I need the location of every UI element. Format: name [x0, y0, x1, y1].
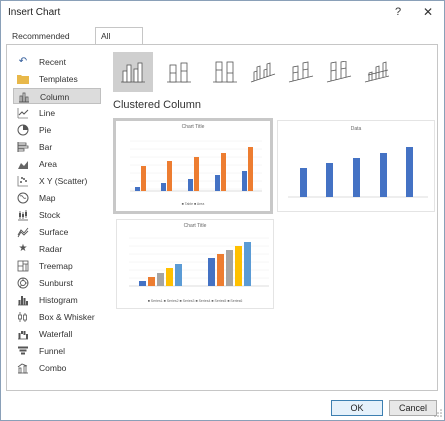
- sidebar-item-label: Templates: [39, 74, 78, 84]
- sidebar-item-bar[interactable]: Bar: [13, 139, 101, 155]
- sidebar-item-label: Waterfall: [39, 329, 73, 339]
- bar-chart-icon: [17, 141, 29, 153]
- sidebar-item-label: Histogram: [39, 295, 78, 305]
- subtype-3d-clustered-column[interactable]: [243, 52, 283, 92]
- subtype-3d-100-stacked-column[interactable]: [319, 52, 359, 92]
- sidebar-item-map[interactable]: Map: [13, 190, 101, 206]
- pie-chart-icon: [17, 124, 29, 136]
- subtype-3d-stacked-column[interactable]: [281, 52, 321, 92]
- sidebar-item-label: Box & Whisker: [39, 312, 95, 322]
- preview-2-plot: [288, 147, 428, 198]
- title-bar: Insert Chart ? ✕: [1, 1, 444, 25]
- sidebar-item-area[interactable]: Area: [13, 156, 101, 172]
- sidebar-item-label: Bar: [39, 142, 53, 152]
- sidebar-item-label: Pie: [39, 125, 52, 135]
- preview-3-plot: [129, 237, 269, 287]
- sidebar-item-label: Stock: [39, 210, 61, 220]
- combo-chart-icon: [17, 362, 29, 374]
- 3d-100-stacked-column-icon: [326, 61, 352, 83]
- preview-legend: ■ Table ■ Area: [181, 202, 205, 206]
- sidebar-item-label: Sunburst: [39, 278, 74, 288]
- sidebar-item-label: Treemap: [39, 261, 73, 271]
- category-1-bars: [139, 264, 182, 286]
- sidebar-item-stock[interactable]: Stock: [13, 207, 101, 223]
- box-whisker-chart-icon: [17, 311, 29, 323]
- sidebar-item-label: Recent: [39, 57, 66, 67]
- area-chart-icon: [17, 158, 29, 170]
- sidebar-item-label: Surface: [39, 227, 69, 237]
- map-chart-icon: [17, 192, 29, 204]
- subtype-3d-column[interactable]: [357, 52, 397, 92]
- all-charts-panel: ↶ Recent Templates Column Line Pie Bar A…: [6, 44, 438, 391]
- stacked-column-icon: [167, 62, 191, 83]
- recent-icon: ↶: [18, 56, 28, 67]
- resize-grip-icon[interactable]: [434, 409, 442, 417]
- sidebar-item-label: Map: [39, 193, 56, 203]
- sidebar-item-label: Area: [39, 159, 57, 169]
- sidebar-item-waterfall[interactable]: Waterfall: [13, 326, 101, 342]
- sidebar-item-radar[interactable]: ★ Radar: [13, 241, 101, 257]
- cancel-button[interactable]: Cancel: [389, 400, 437, 416]
- ok-button[interactable]: OK: [331, 400, 383, 416]
- sidebar-item-label: Funnel: [39, 346, 65, 356]
- radar-chart-icon: ★: [18, 243, 28, 254]
- preview-1-plot: [130, 140, 262, 192]
- close-button[interactable]: ✕: [421, 5, 435, 19]
- sidebar-item-histogram[interactable]: Histogram: [13, 292, 101, 308]
- sidebar-item-label: X Y (Scatter): [39, 176, 88, 186]
- sidebar-item-line[interactable]: Line: [13, 105, 101, 121]
- 3d-clustered-column-icon: [250, 62, 276, 83]
- clustered-column-icon: [121, 62, 145, 83]
- tab-all-charts[interactable]: All Charts: [95, 27, 143, 58]
- series-data: [300, 147, 413, 197]
- category-2-bars: [208, 242, 251, 286]
- subtype-clustered-column[interactable]: [113, 52, 153, 92]
- 3d-stacked-column-icon: [288, 61, 314, 83]
- sidebar-item-label: Column: [40, 92, 70, 102]
- preview-legend: ■ Series1 ■ Series2 ■ Series3 ■ Series4 …: [147, 299, 243, 303]
- insert-chart-dialog: Insert Chart ? ✕ Recommended Charts All …: [0, 0, 445, 421]
- preview-chart-3[interactable]: Chart Title ■ Series1 ■ Series2 ■ Series…: [116, 219, 274, 309]
- histogram-chart-icon: [17, 294, 29, 306]
- sunburst-chart-icon: [17, 277, 29, 289]
- scatter-chart-icon: [17, 175, 29, 187]
- dialog-title: Insert Chart: [8, 7, 61, 18]
- subtype-title: Clustered Column: [113, 99, 202, 111]
- sidebar-item-combo[interactable]: Combo: [13, 360, 101, 376]
- sidebar-item-surface[interactable]: Surface: [13, 224, 101, 240]
- subtype-stacked-column[interactable]: [159, 52, 199, 92]
- series-area: [141, 147, 253, 191]
- sidebar-item-pie[interactable]: Pie: [13, 122, 101, 138]
- treemap-chart-icon: [17, 260, 29, 272]
- line-chart-icon: [17, 107, 29, 119]
- surface-chart-icon: [17, 226, 29, 238]
- sidebar-item-label: Combo: [39, 363, 67, 373]
- sidebar-item-column[interactable]: Column: [13, 88, 101, 104]
- waterfall-chart-icon: [17, 328, 29, 340]
- sidebar-item-label: Radar: [39, 244, 63, 254]
- funnel-chart-icon: [17, 345, 29, 357]
- preview-chart-1[interactable]: Chart Title ■ Table ■ Area: [113, 118, 273, 214]
- sidebar-item-sunburst[interactable]: Sunburst: [13, 275, 101, 291]
- subtype-100-stacked-column[interactable]: [205, 52, 245, 92]
- sidebar-item-treemap[interactable]: Treemap: [13, 258, 101, 274]
- 100-stacked-column-icon: [213, 61, 237, 83]
- sidebar-item-label: Line: [39, 108, 56, 118]
- templates-folder-icon: [17, 73, 29, 85]
- sidebar-item-funnel[interactable]: Funnel: [13, 343, 101, 359]
- help-button[interactable]: ?: [392, 6, 404, 18]
- sidebar-item-templates[interactable]: Templates: [13, 71, 101, 87]
- 3d-column-icon: [364, 61, 390, 83]
- stock-chart-icon: [17, 209, 29, 221]
- sidebar-item-box-whisker[interactable]: Box & Whisker: [13, 309, 101, 325]
- tab-recommended-charts[interactable]: Recommended Charts: [6, 27, 94, 58]
- column-chart-icon: [18, 91, 30, 103]
- preview-chart-2[interactable]: Data: [277, 120, 435, 212]
- sidebar-item-scatter[interactable]: X Y (Scatter): [13, 173, 101, 189]
- sidebar-item-recent[interactable]: ↶ Recent: [13, 54, 101, 70]
